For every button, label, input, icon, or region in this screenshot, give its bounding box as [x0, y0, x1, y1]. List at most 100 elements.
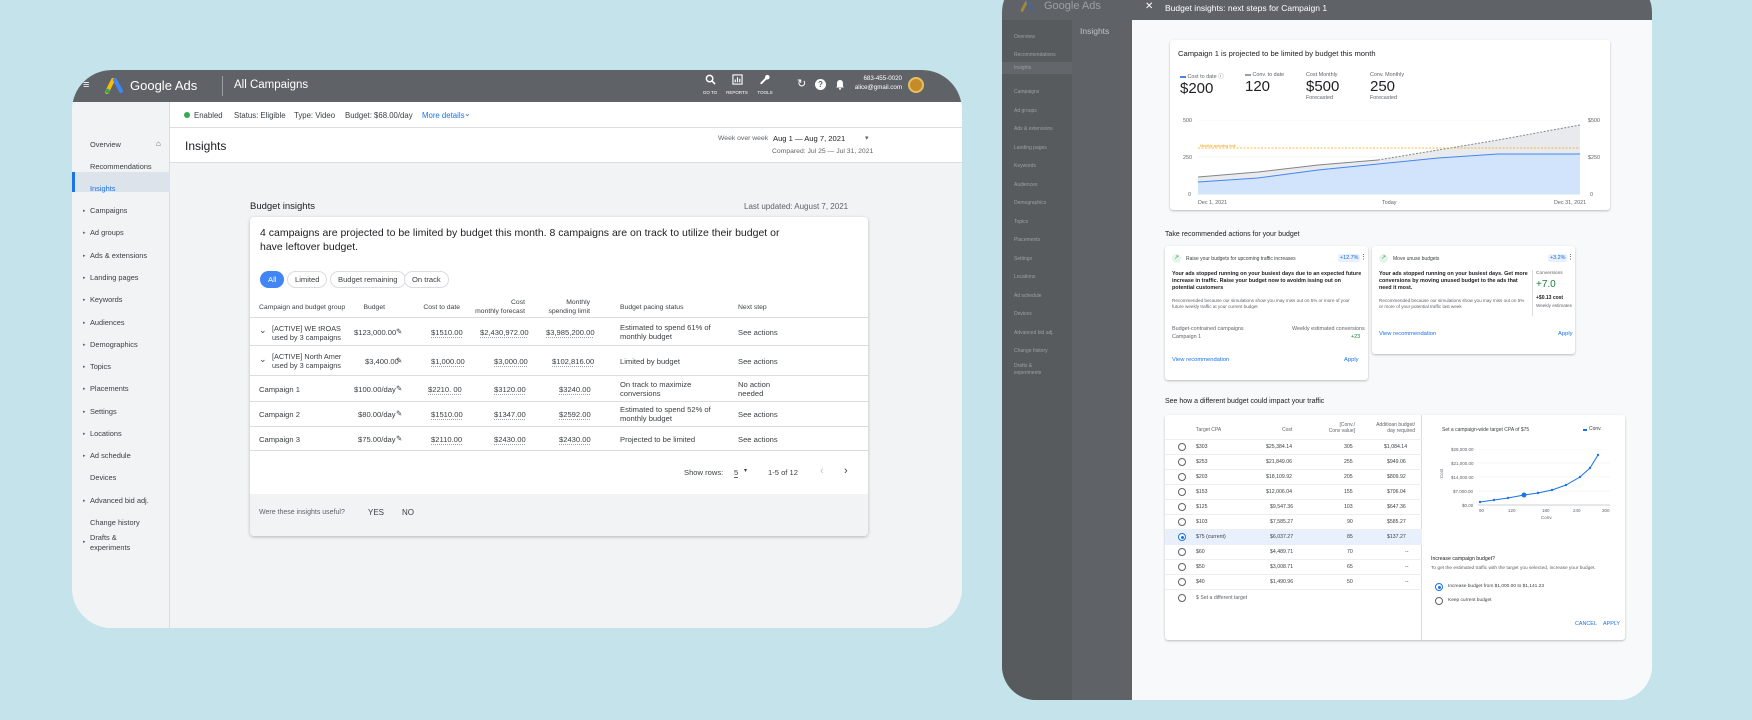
- notification-bell-icon[interactable]: [835, 79, 845, 90]
- sidebar-item-drafts[interactable]: Drafts &: [90, 533, 117, 542]
- pencil-edit-icon[interactable]: ✎: [396, 434, 402, 443]
- prev-page-icon[interactable]: ‹: [820, 465, 824, 477]
- more-vert-icon[interactable]: ⋮: [1567, 253, 1574, 261]
- sidebar-item-recommendations[interactable]: Recommendations: [90, 162, 152, 171]
- sidebar-item-landing-pages[interactable]: Landing pages: [90, 273, 139, 282]
- simulator-row[interactable]: $253 $21,849.06 255 $949.06: [1165, 454, 1422, 469]
- menu-icon[interactable]: ≡: [83, 79, 89, 91]
- sidebar-item-audiences[interactable]: Audiences: [90, 318, 125, 327]
- keep-budget-radio[interactable]: [1435, 597, 1443, 605]
- spending-limit[interactable]: $2430.00: [559, 435, 591, 444]
- cancel-button[interactable]: CANCEL: [1575, 621, 1597, 627]
- stat-conv-to-date[interactable]: Conv. to date 120: [1245, 72, 1284, 95]
- see-actions-link[interactable]: See actions: [738, 410, 778, 419]
- sidebar-item-keywords[interactable]: Keywords: [90, 295, 122, 304]
- target-radio[interactable]: [1178, 443, 1186, 451]
- feedback-yes-button[interactable]: YES: [368, 508, 384, 517]
- sidebar-item-settings[interactable]: Settings: [90, 407, 117, 416]
- view-recommendation-link[interactable]: View recommendation: [1172, 357, 1229, 363]
- monthly-forecast[interactable]: $3,000.00: [494, 357, 528, 366]
- sidebar-item-campaigns[interactable]: Campaigns: [90, 206, 127, 215]
- cost-to-date[interactable]: $2110.00: [431, 435, 462, 444]
- spending-limit[interactable]: $2592.00: [559, 410, 591, 419]
- target-radio[interactable]: [1178, 488, 1186, 496]
- cost-to-date[interactable]: $2210. 00: [428, 385, 462, 394]
- col-header-cost[interactable]: Cost to date: [410, 303, 460, 312]
- increase-budget-option[interactable]: Increase budget from $1,000.00 to $1,141…: [1448, 584, 1544, 589]
- increase-budget-radio[interactable]: [1435, 583, 1443, 591]
- sidebar-item-experiments[interactable]: experiments: [90, 543, 130, 552]
- sidebar-item-ad-schedule[interactable]: Ad schedule: [90, 451, 131, 460]
- avatar[interactable]: [908, 77, 924, 93]
- col-header-budget[interactable]: Budget: [350, 303, 385, 312]
- custom-target-input[interactable]: $ Set a different target: [1196, 595, 1247, 601]
- sidebar-item-devices[interactable]: Devices: [90, 473, 116, 482]
- spending-limit[interactable]: $3,985,200.00: [546, 328, 595, 337]
- cost-to-date[interactable]: $1510.00: [431, 328, 463, 337]
- col-header-pacing[interactable]: Budget pacing status: [620, 303, 683, 312]
- next-page-icon[interactable]: ›: [844, 465, 848, 477]
- sidebar-item-insights[interactable]: Insights: [90, 184, 115, 193]
- target-radio[interactable]: [1178, 518, 1186, 526]
- status-enabled[interactable]: Enabled: [194, 111, 223, 120]
- date-range-select[interactable]: Aug 1 — Aug 7, 2021: [773, 134, 845, 143]
- col-header-limit[interactable]: Monthly spending limit: [530, 298, 590, 316]
- see-actions-link[interactable]: See actions: [738, 357, 778, 366]
- col-header-next[interactable]: Next step: [738, 303, 767, 312]
- monthly-forecast[interactable]: $2430.00: [494, 435, 526, 444]
- sidebar-item-topics[interactable]: Topics: [90, 362, 111, 371]
- simulator-row[interactable]: $60 $4,489.71 70 --: [1165, 544, 1422, 559]
- goto-tool[interactable]: GO TO: [701, 72, 719, 95]
- campaign-link[interactable]: Campaign 3: [259, 435, 300, 444]
- sidebar-item-ad-groups[interactable]: Ad groups: [90, 228, 124, 237]
- table-row[interactable]: Campaign 3 $75.00/day ✎ $2110.00 $2430.0…: [250, 426, 868, 451]
- feedback-no-button[interactable]: NO: [402, 508, 414, 517]
- simulator-row[interactable]: $203 $18,109.92 205 $809.92: [1165, 469, 1422, 484]
- sidebar-item-overview[interactable]: Overview: [90, 140, 121, 149]
- monthly-forecast[interactable]: $3120.00: [494, 385, 526, 394]
- show-rows-select[interactable]: 5: [734, 468, 739, 478]
- pencil-edit-icon[interactable]: ✎: [396, 409, 402, 418]
- simulator-row[interactable]: $103 $7,585.27 90 $585.27: [1165, 514, 1422, 529]
- simulator-row[interactable]: $40 $1,490.96 50 --: [1165, 574, 1422, 589]
- info-icon[interactable]: ⓘ: [1218, 74, 1223, 80]
- apply-rec-button[interactable]: Apply: [1558, 331, 1573, 337]
- target-radio[interactable]: [1178, 548, 1186, 556]
- target-radio[interactable]: [1178, 578, 1186, 586]
- stat-cost-monthly[interactable]: Cost Monthly $500 Forecasted: [1306, 72, 1339, 101]
- spending-limit[interactable]: $102,816.00: [552, 357, 594, 366]
- target-radio[interactable]: [1178, 458, 1186, 466]
- sidebar-item-placements[interactable]: Placements: [90, 384, 129, 393]
- cost-to-date[interactable]: $1510.00: [431, 410, 463, 419]
- target-radio[interactable]: [1178, 563, 1186, 571]
- refresh-icon[interactable]: ↻: [797, 78, 806, 90]
- simulator-row[interactable]: $153 $12,006.04 155 $706.04: [1165, 484, 1422, 499]
- see-actions-link[interactable]: See actions: [738, 328, 778, 337]
- campaign-link[interactable]: Campaign 2: [259, 410, 300, 419]
- more-details-link[interactable]: More details: [422, 111, 464, 120]
- more-vert-icon[interactable]: ⋮: [1360, 253, 1367, 261]
- target-radio[interactable]: [1178, 473, 1186, 481]
- data-point-current[interactable]: [1521, 492, 1527, 498]
- table-row[interactable]: Campaign 1 $100.00/day ✎ $2210. 00 $3120…: [250, 375, 868, 401]
- target-radio[interactable]: [1178, 503, 1186, 511]
- tools-tool[interactable]: TOOLS: [755, 72, 775, 95]
- table-row[interactable]: ⌄ [ACTIVE] WE tROAS used by 3 campaigns …: [250, 317, 868, 345]
- monthly-forecast[interactable]: $1347.00: [494, 410, 526, 419]
- monthly-forecast[interactable]: $2,430,972.00: [480, 328, 529, 337]
- see-actions-link[interactable]: See actions: [738, 435, 778, 444]
- simulator-row-selected[interactable]: $75 (current) $6,037.27 85 $137.27: [1165, 529, 1422, 544]
- simulator-row-custom[interactable]: $ Set a different target: [1165, 589, 1422, 604]
- pencil-edit-icon[interactable]: ✎: [396, 384, 402, 393]
- col-header-group[interactable]: Campaign and budget group: [259, 303, 345, 312]
- cost-to-date[interactable]: $1,000.00: [431, 357, 465, 366]
- reports-tool[interactable]: REPORTS: [725, 72, 749, 95]
- simulator-row[interactable]: $303 $25,384.14 305 $1,084.14: [1165, 439, 1422, 454]
- simulator-row[interactable]: $125 $9,547.36 103 $647.36: [1165, 499, 1422, 514]
- expand-chevron-icon[interactable]: ⌄: [259, 325, 267, 336]
- help-icon[interactable]: ?: [815, 79, 826, 90]
- target-radio-selected[interactable]: [1178, 533, 1186, 541]
- campaign-link[interactable]: Campaign 1: [259, 385, 300, 394]
- expand-chevron-icon[interactable]: ⌄: [259, 354, 267, 365]
- spending-limit[interactable]: $3240.00: [559, 385, 591, 394]
